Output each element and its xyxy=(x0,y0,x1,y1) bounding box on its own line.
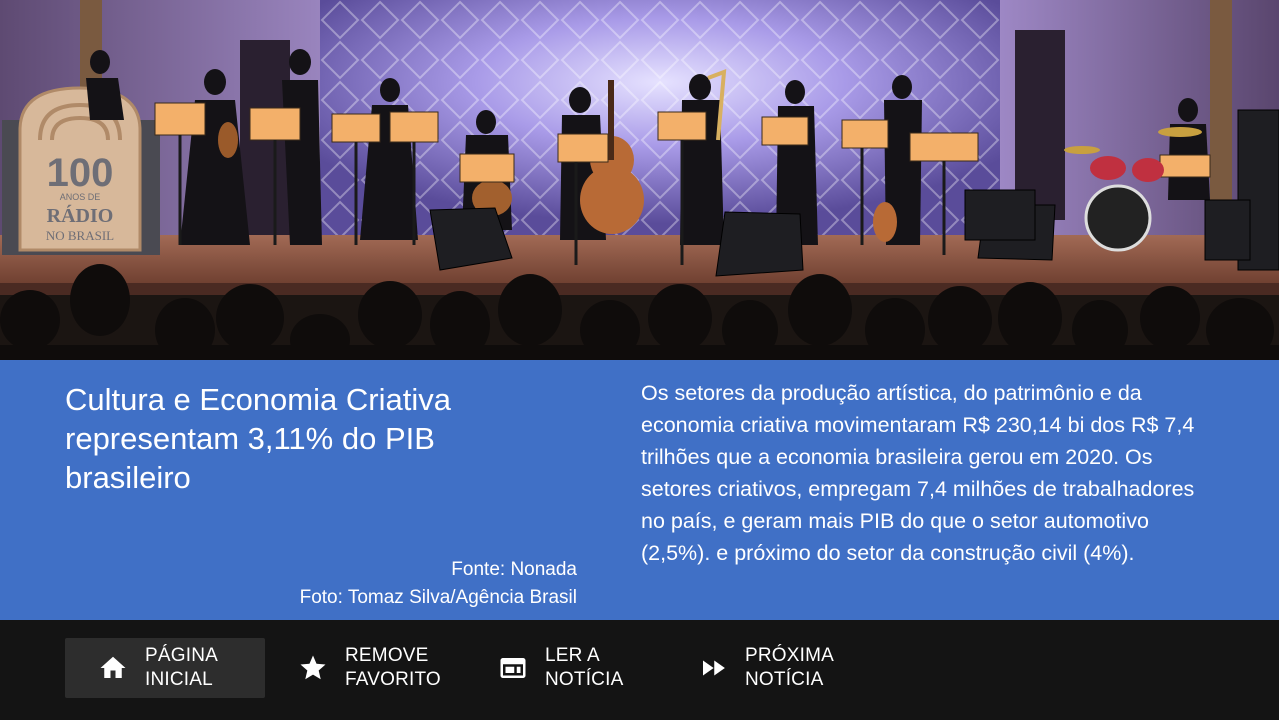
photo-credit: Foto: Tomaz Silva/Agência Brasil xyxy=(299,587,577,608)
sign-line-1: ANOS DE xyxy=(60,192,101,202)
sign-line-2: RÁDIO xyxy=(47,204,114,227)
read-article-button[interactable]: LER A NOTÍCIA xyxy=(465,638,665,698)
sign-line-3: NO BRASIL xyxy=(46,228,114,243)
news-screen: 100 ANOS DE RÁDIO NO BRASIL Cultura e Ec… xyxy=(0,0,1279,720)
article-photo: 100 ANOS DE RÁDIO NO BRASIL xyxy=(0,0,1279,360)
remove-favorite-label: REMOVE FAVORITO xyxy=(345,645,441,690)
article-credits: Fonte: Nonada Foto: Tomaz Silva/Agência … xyxy=(300,556,577,612)
read-article-label: LER A NOTÍCIA xyxy=(545,645,624,690)
home-icon xyxy=(97,652,129,684)
next-article-button[interactable]: PRÓXIMA NOTÍCIA xyxy=(665,638,865,698)
article-summary: Os setores da produção artística, do pat… xyxy=(641,381,1195,565)
next-article-label: PRÓXIMA NOTÍCIA xyxy=(745,645,835,690)
home-button[interactable]: PÁGINA INICIAL xyxy=(65,638,265,698)
source-credit: Fonte: Nonada xyxy=(451,559,577,580)
remove-favorite-button[interactable]: REMOVE FAVORITO xyxy=(265,638,465,698)
article-icon xyxy=(497,652,529,684)
home-button-label: PÁGINA INICIAL xyxy=(145,645,218,690)
article-headline: Cultura e Economia Criativa representam … xyxy=(65,382,451,495)
fast-forward-icon xyxy=(697,652,729,684)
bottom-nav-bar: PÁGINA INICIAL REMOVE FAVORITO LER A NOTÍCI… xyxy=(0,620,1279,720)
star-icon xyxy=(297,652,329,684)
article-panel: Cultura e Economia Criativa representam … xyxy=(0,360,1279,620)
sign-number: 100 xyxy=(47,151,114,195)
